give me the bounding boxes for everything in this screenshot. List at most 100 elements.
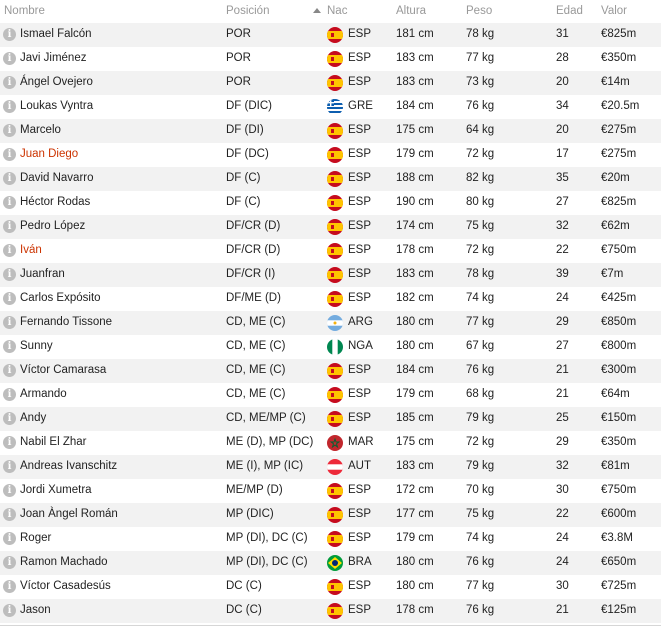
info-icon[interactable]: i: [3, 148, 16, 161]
info-icon[interactable]: i: [3, 484, 16, 497]
player-nation: ESP: [348, 364, 372, 376]
player-name[interactable]: Héctor Rodas: [20, 196, 90, 208]
player-name[interactable]: Andreas Ivanschitz: [20, 460, 117, 472]
info-icon[interactable]: i: [3, 532, 16, 545]
player-name[interactable]: Jason: [20, 604, 51, 616]
info-icon[interactable]: i: [3, 292, 16, 305]
info-icon[interactable]: i: [3, 76, 16, 89]
info-icon[interactable]: i: [3, 52, 16, 65]
player-name[interactable]: Ángel Ovejero: [20, 76, 93, 88]
table-row[interactable]: i Javi Jiménez POR ESP 183 cm 77 kg 28 €…: [0, 47, 661, 71]
player-position: DF (DC): [226, 148, 269, 160]
table-row[interactable]: i David Navarro DF (C) ESP 188 cm 82 kg …: [0, 167, 661, 191]
table-row[interactable]: i Jordi Xumetra ME/MP (D) ESP 172 cm 70 …: [0, 479, 661, 503]
flag-bra-icon: [327, 555, 343, 571]
table-row[interactable]: i Jason DC (C) ESP 178 cm 76 kg 21 €125m: [0, 599, 661, 623]
table-row[interactable]: i Marcelo DF (DI) ESP 175 cm 64 kg 20 €2…: [0, 119, 661, 143]
info-icon[interactable]: i: [3, 100, 16, 113]
player-name[interactable]: Juan Diego: [20, 148, 78, 160]
player-name[interactable]: Pedro López: [20, 220, 85, 232]
player-height: 184 cm: [396, 364, 434, 376]
info-icon[interactable]: i: [3, 220, 16, 233]
info-icon[interactable]: i: [3, 124, 16, 137]
column-header-weight[interactable]: Peso: [466, 5, 492, 17]
info-icon[interactable]: i: [3, 412, 16, 425]
info-icon[interactable]: i: [3, 556, 16, 569]
player-name[interactable]: Víctor Camarasa: [20, 364, 106, 376]
player-name[interactable]: Andy: [20, 412, 46, 424]
info-icon[interactable]: i: [3, 196, 16, 209]
column-header-nation[interactable]: Nac: [327, 5, 347, 17]
column-header-age[interactable]: Edad: [556, 5, 583, 17]
table-row[interactable]: i Juan Diego DF (DC) ESP 179 cm 72 kg 17…: [0, 143, 661, 167]
flag-esp-icon: [327, 123, 343, 139]
player-name[interactable]: Carlos Expósito: [20, 292, 101, 304]
table-row[interactable]: i Carlos Expósito DF/ME (D) ESP 182 cm 7…: [0, 287, 661, 311]
player-name[interactable]: Fernando Tissone: [20, 316, 112, 328]
column-header-height[interactable]: Altura: [396, 5, 426, 17]
player-name[interactable]: Joan Àngel Román: [20, 508, 118, 520]
info-icon[interactable]: i: [3, 364, 16, 377]
table-row[interactable]: i Armando CD, ME (C) ESP 179 cm 68 kg 21…: [0, 383, 661, 407]
player-height: 175 cm: [396, 124, 434, 136]
info-icon[interactable]: i: [3, 28, 16, 41]
player-nation: MAR: [348, 436, 374, 448]
info-icon[interactable]: i: [3, 388, 16, 401]
table-row[interactable]: i Ismael Falcón POR ESP 181 cm 78 kg 31 …: [0, 23, 661, 47]
table-row[interactable]: i Loukas Vyntra DF (DIC) GRE 184 cm 76 k…: [0, 95, 661, 119]
player-name[interactable]: Ismael Falcón: [20, 28, 92, 40]
info-icon[interactable]: i: [3, 244, 16, 257]
player-weight: 78 kg: [466, 28, 495, 40]
info-icon[interactable]: i: [3, 316, 16, 329]
flag-aut-icon: [327, 459, 343, 475]
table-row[interactable]: i Víctor Camarasa CD, ME (C) ESP 184 cm …: [0, 359, 661, 383]
table-row[interactable]: i Joan Àngel Román MP (DIC) ESP 177 cm 7…: [0, 503, 661, 527]
table-row[interactable]: i Ramon Machado MP (DI), DC (C) BRA 180 …: [0, 551, 661, 575]
column-header-value[interactable]: Valor: [601, 5, 627, 17]
table-row[interactable]: i Pedro López DF/CR (D) ESP 174 cm 75 kg…: [0, 215, 661, 239]
player-value: €125m: [601, 604, 637, 616]
player-name[interactable]: Iván: [20, 244, 42, 256]
player-name[interactable]: Javi Jiménez: [20, 52, 86, 64]
player-name[interactable]: Marcelo: [20, 124, 61, 136]
table-row[interactable]: i Héctor Rodas DF (C) ESP 190 cm 80 kg 2…: [0, 191, 661, 215]
table-bottom-divider: [0, 625, 661, 626]
player-name[interactable]: Ramon Machado: [20, 556, 108, 568]
column-header-position[interactable]: Posición: [226, 5, 269, 17]
table-row[interactable]: i Andy CD, ME/MP (C) ESP 185 cm 79 kg 25…: [0, 407, 661, 431]
player-name[interactable]: Sunny: [20, 340, 53, 352]
player-position: POR: [226, 52, 251, 64]
player-name[interactable]: Juanfran: [20, 268, 65, 280]
player-name[interactable]: Víctor Casadesús: [20, 580, 111, 592]
info-icon[interactable]: i: [3, 436, 16, 449]
player-name[interactable]: Loukas Vyntra: [20, 100, 93, 112]
player-name[interactable]: Roger: [20, 532, 51, 544]
flag-gre-icon: [327, 99, 343, 115]
info-icon[interactable]: i: [3, 460, 16, 473]
table-row[interactable]: i Sunny CD, ME (C) NGA 180 cm 67 kg 27 €…: [0, 335, 661, 359]
column-header-name[interactable]: Nombre: [4, 5, 45, 17]
player-name[interactable]: Nabil El Zhar: [20, 436, 86, 448]
player-weight: 76 kg: [466, 364, 495, 376]
player-age: 24: [556, 556, 569, 568]
info-icon[interactable]: i: [3, 604, 16, 617]
player-name[interactable]: Jordi Xumetra: [20, 484, 92, 496]
table-row[interactable]: i Ángel Ovejero POR ESP 183 cm 73 kg 20 …: [0, 71, 661, 95]
table-row[interactable]: i Andreas Ivanschitz ME (I), MP (IC) AUT…: [0, 455, 661, 479]
table-row[interactable]: i Juanfran DF/CR (I) ESP 183 cm 78 kg 39…: [0, 263, 661, 287]
table-row[interactable]: i Víctor Casadesús DC (C) ESP 180 cm 77 …: [0, 575, 661, 599]
info-icon[interactable]: i: [3, 268, 16, 281]
player-height: 175 cm: [396, 436, 434, 448]
info-icon[interactable]: i: [3, 508, 16, 521]
table-row[interactable]: i Iván DF/CR (D) ESP 178 cm 72 kg 22 €75…: [0, 239, 661, 263]
info-icon[interactable]: i: [3, 172, 16, 185]
player-name[interactable]: Armando: [20, 388, 67, 400]
table-row[interactable]: i Fernando Tissone CD, ME (C) ARG 180 cm…: [0, 311, 661, 335]
player-value: €800m: [601, 340, 637, 352]
player-weight: 76 kg: [466, 556, 495, 568]
player-name[interactable]: David Navarro: [20, 172, 94, 184]
info-icon[interactable]: i: [3, 580, 16, 593]
info-icon[interactable]: i: [3, 340, 16, 353]
table-row[interactable]: i Nabil El Zhar ME (D), MP (DC) MAR 175 …: [0, 431, 661, 455]
table-row[interactable]: i Roger MP (DI), DC (C) ESP 179 cm 74 kg…: [0, 527, 661, 551]
